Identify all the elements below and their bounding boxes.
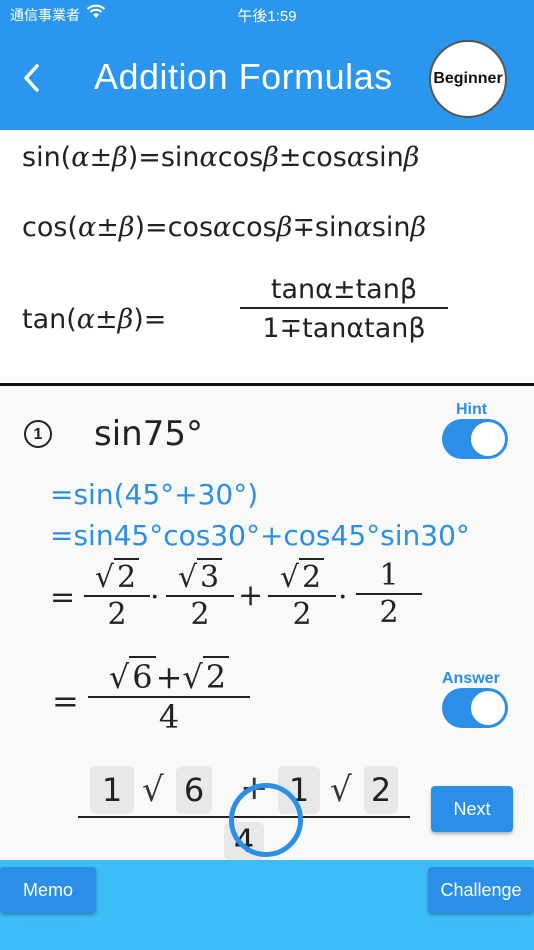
tan-fraction: tanα±tanβ 1∓tanαtanβ bbox=[240, 274, 448, 344]
fx-text: cos bbox=[231, 212, 277, 243]
formula-reference: sin(α±β)=sinαcosβ±cosαsinβ cos(α±β)=cosα… bbox=[0, 130, 534, 384]
toggle-knob bbox=[471, 422, 505, 456]
fx-text: tan( bbox=[22, 304, 77, 335]
fx-text: )=sin bbox=[127, 142, 200, 173]
equals-sign: = bbox=[50, 580, 76, 615]
fraction: √ 2 2 bbox=[268, 558, 336, 632]
fx-var: α±β bbox=[71, 142, 128, 173]
fx-text: ∓sin bbox=[292, 212, 354, 243]
tan-addition-formula: tan(α±β)= bbox=[22, 304, 166, 335]
page-title: Addition Formulas bbox=[94, 56, 393, 97]
sqrt-symbol: √ bbox=[330, 770, 352, 810]
fx-text: )=cos bbox=[134, 212, 214, 243]
sqrt-symbol: √ bbox=[142, 770, 164, 810]
fx-var: α±β bbox=[77, 212, 135, 243]
fx-text: ±cos bbox=[278, 142, 347, 173]
status-time: 午後1:59 bbox=[237, 8, 297, 25]
answer-input-radicand-2[interactable]: 2 bbox=[364, 766, 398, 814]
fx-text: )= bbox=[133, 304, 167, 335]
navigation-bar: 通信事業者 午後1:59 Addition Formulas Beginner bbox=[0, 0, 534, 130]
memo-button[interactable]: Memo bbox=[0, 867, 96, 913]
fx-var: α±β bbox=[76, 304, 134, 335]
fx-var: α bbox=[346, 142, 366, 173]
radicand: 2 bbox=[202, 656, 230, 696]
answer-toggle[interactable] bbox=[442, 688, 508, 728]
radicand: 2 bbox=[299, 558, 325, 595]
challenge-button[interactable]: Challenge bbox=[428, 867, 534, 913]
answer-input-coefficient-1[interactable]: 1 bbox=[90, 766, 134, 814]
hint-label: Hint bbox=[456, 401, 488, 418]
fx-var: β bbox=[403, 142, 420, 173]
toggle-knob bbox=[471, 691, 505, 725]
plus-sign: + bbox=[155, 658, 183, 696]
fx-text: cos bbox=[217, 142, 264, 173]
answer-label: Answer bbox=[442, 670, 500, 687]
numerator: 1 bbox=[356, 558, 422, 595]
fx-var: α bbox=[213, 212, 232, 243]
fx-text: sin bbox=[371, 212, 411, 243]
level-badge: Beginner bbox=[429, 40, 507, 118]
tan-numerator: tanα±tanβ bbox=[240, 274, 448, 309]
answer-input-radicand-1[interactable]: 6 bbox=[176, 766, 212, 814]
fx-var: α bbox=[353, 212, 372, 243]
denominator: 2 bbox=[107, 597, 127, 632]
status-bar: 通信事業者 午後1:59 bbox=[0, 0, 534, 28]
numerator: √ 3 bbox=[166, 558, 234, 597]
circled-number: 1 bbox=[24, 420, 52, 448]
fx-var: β bbox=[276, 212, 293, 243]
touch-indicator bbox=[229, 783, 303, 857]
fraction: 1 2 bbox=[356, 558, 422, 630]
denominator: 2 bbox=[292, 597, 312, 632]
numerator: √6+√2 bbox=[88, 656, 250, 698]
numerator: √ 2 bbox=[84, 558, 150, 597]
dot: · bbox=[150, 580, 160, 615]
fx-text: cos( bbox=[22, 212, 78, 243]
question-text: sin75° bbox=[94, 414, 203, 454]
fx-var: β bbox=[263, 142, 279, 173]
radicand: 6 bbox=[129, 656, 156, 696]
fx-var: β bbox=[410, 212, 427, 243]
plus-sign: + bbox=[238, 578, 264, 613]
sin-addition-formula: sin(α±β)=sinαcosβ±cosαsinβ bbox=[22, 142, 419, 173]
result-fraction: √6+√2 4 bbox=[88, 656, 250, 736]
numerator: √ 2 bbox=[268, 558, 336, 597]
dot: · bbox=[338, 580, 348, 615]
radicand: 3 bbox=[197, 558, 223, 595]
denominator: 2 bbox=[379, 595, 399, 630]
fx-text: sin bbox=[365, 142, 404, 173]
level-label: Beginner bbox=[433, 70, 503, 87]
radicand: 2 bbox=[114, 558, 140, 595]
fx-text: sin( bbox=[22, 142, 72, 173]
hint-step-1: =sin(45°+30°) bbox=[50, 478, 259, 511]
tan-denominator: 1∓tanαtanβ bbox=[262, 313, 426, 344]
fraction: √ 3 2 bbox=[166, 558, 234, 632]
next-button[interactable]: Next bbox=[431, 786, 513, 832]
fx-var: α bbox=[199, 142, 218, 173]
fraction: √ 2 2 bbox=[84, 558, 150, 632]
chevron-left-icon[interactable] bbox=[18, 58, 48, 98]
denominator: 2 bbox=[190, 597, 210, 632]
equals-sign: = bbox=[52, 682, 79, 720]
denominator: 4 bbox=[158, 698, 180, 736]
cos-addition-formula: cos(α±β)=cosαcosβ∓sinαsinβ bbox=[22, 212, 426, 243]
hint-toggle[interactable] bbox=[442, 419, 508, 459]
hint-step-2: =sin45°cos30°+cos45°sin30° bbox=[50, 519, 470, 552]
